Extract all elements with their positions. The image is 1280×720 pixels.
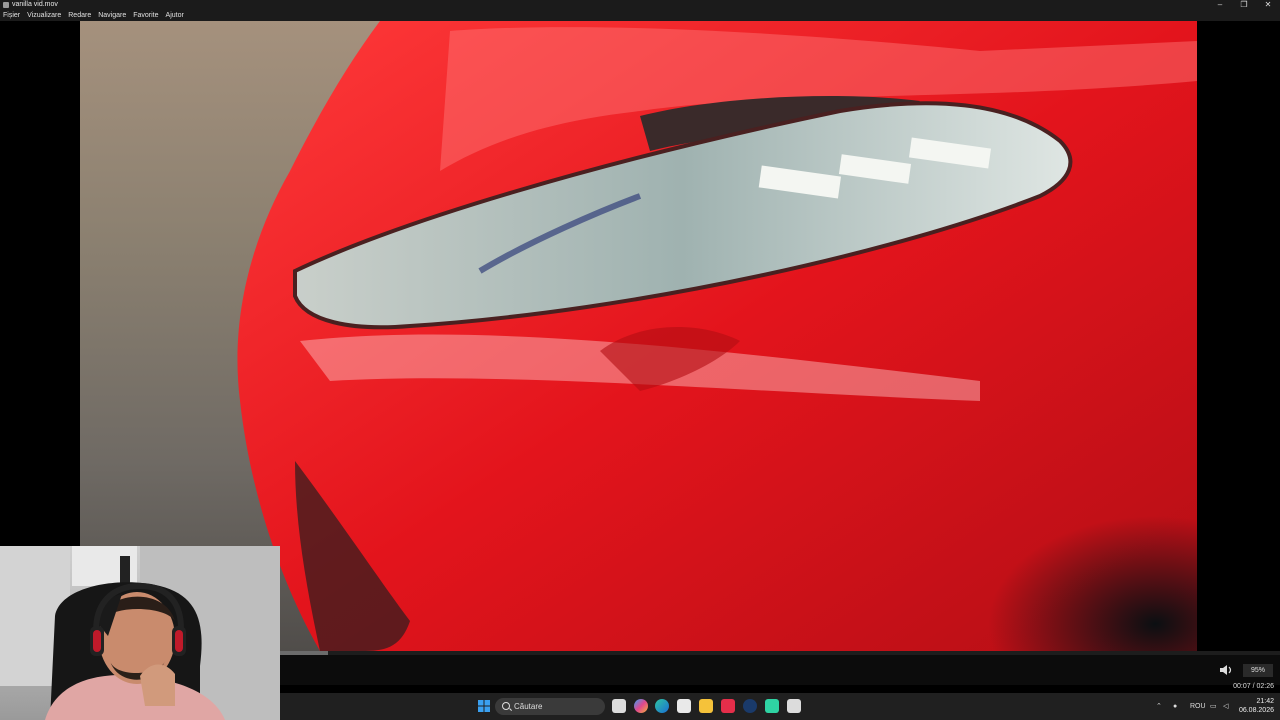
- tray-chevron-icon[interactable]: ⌃: [1156, 693, 1162, 720]
- window-title: vanilla vid.mov: [12, 1, 58, 8]
- steam-icon[interactable]: [743, 699, 757, 713]
- file-explorer-icon[interactable]: [699, 699, 713, 713]
- app-icon: [3, 2, 9, 8]
- restore-button[interactable]: ❐: [1232, 0, 1256, 10]
- start-icon[interactable]: [477, 699, 491, 713]
- clock-time: 21:42: [1256, 698, 1274, 705]
- webcam-image: [0, 546, 280, 720]
- seek-bar-fill: [280, 651, 328, 655]
- menu-file[interactable]: Fișier: [3, 10, 20, 21]
- app-red-icon[interactable]: [721, 699, 735, 713]
- taskbar-clock[interactable]: 21:42 06.08.2026: [1239, 697, 1274, 715]
- menu-bar: Fișier Vizualizare Redare Navigare Favor…: [0, 10, 1280, 21]
- seek-bar[interactable]: [280, 651, 1280, 655]
- menu-navigate[interactable]: Navigare: [98, 10, 126, 21]
- task-view-icon[interactable]: [612, 699, 626, 713]
- app-green-icon[interactable]: [765, 699, 779, 713]
- volume-icon[interactable]: [1219, 663, 1233, 677]
- time-readout: 00:07 / 02:26: [1233, 683, 1274, 690]
- copilot-icon[interactable]: [634, 699, 648, 713]
- search-label: Căutare: [514, 702, 543, 711]
- microphone-icon[interactable]: ●: [1173, 693, 1177, 720]
- menu-view[interactable]: Vizualizare: [27, 10, 61, 21]
- speaker-icon[interactable]: ◁: [1223, 693, 1228, 720]
- language-indicator[interactable]: ROU: [1190, 693, 1206, 720]
- close-button[interactable]: ✕: [1256, 0, 1280, 10]
- volume-level[interactable]: 95%: [1243, 664, 1273, 677]
- search-icon: [502, 702, 510, 710]
- menu-play[interactable]: Redare: [68, 10, 91, 21]
- network-icon[interactable]: ▭: [1210, 693, 1217, 720]
- webcam-overlay: [0, 546, 280, 720]
- window-controls: – ❐ ✕: [1208, 0, 1280, 10]
- media-player-icon[interactable]: [787, 699, 801, 713]
- menu-help[interactable]: Ajutor: [166, 10, 184, 21]
- store-icon[interactable]: [677, 699, 691, 713]
- menu-favorites[interactable]: Favorite: [133, 10, 158, 21]
- edge-icon[interactable]: [655, 699, 669, 713]
- minimize-button[interactable]: –: [1208, 0, 1232, 10]
- taskbar-search[interactable]: Căutare: [495, 698, 605, 715]
- title-bar: vanilla vid.mov – ❐ ✕: [0, 0, 1280, 10]
- clock-date: 06.08.2026: [1238, 707, 1274, 714]
